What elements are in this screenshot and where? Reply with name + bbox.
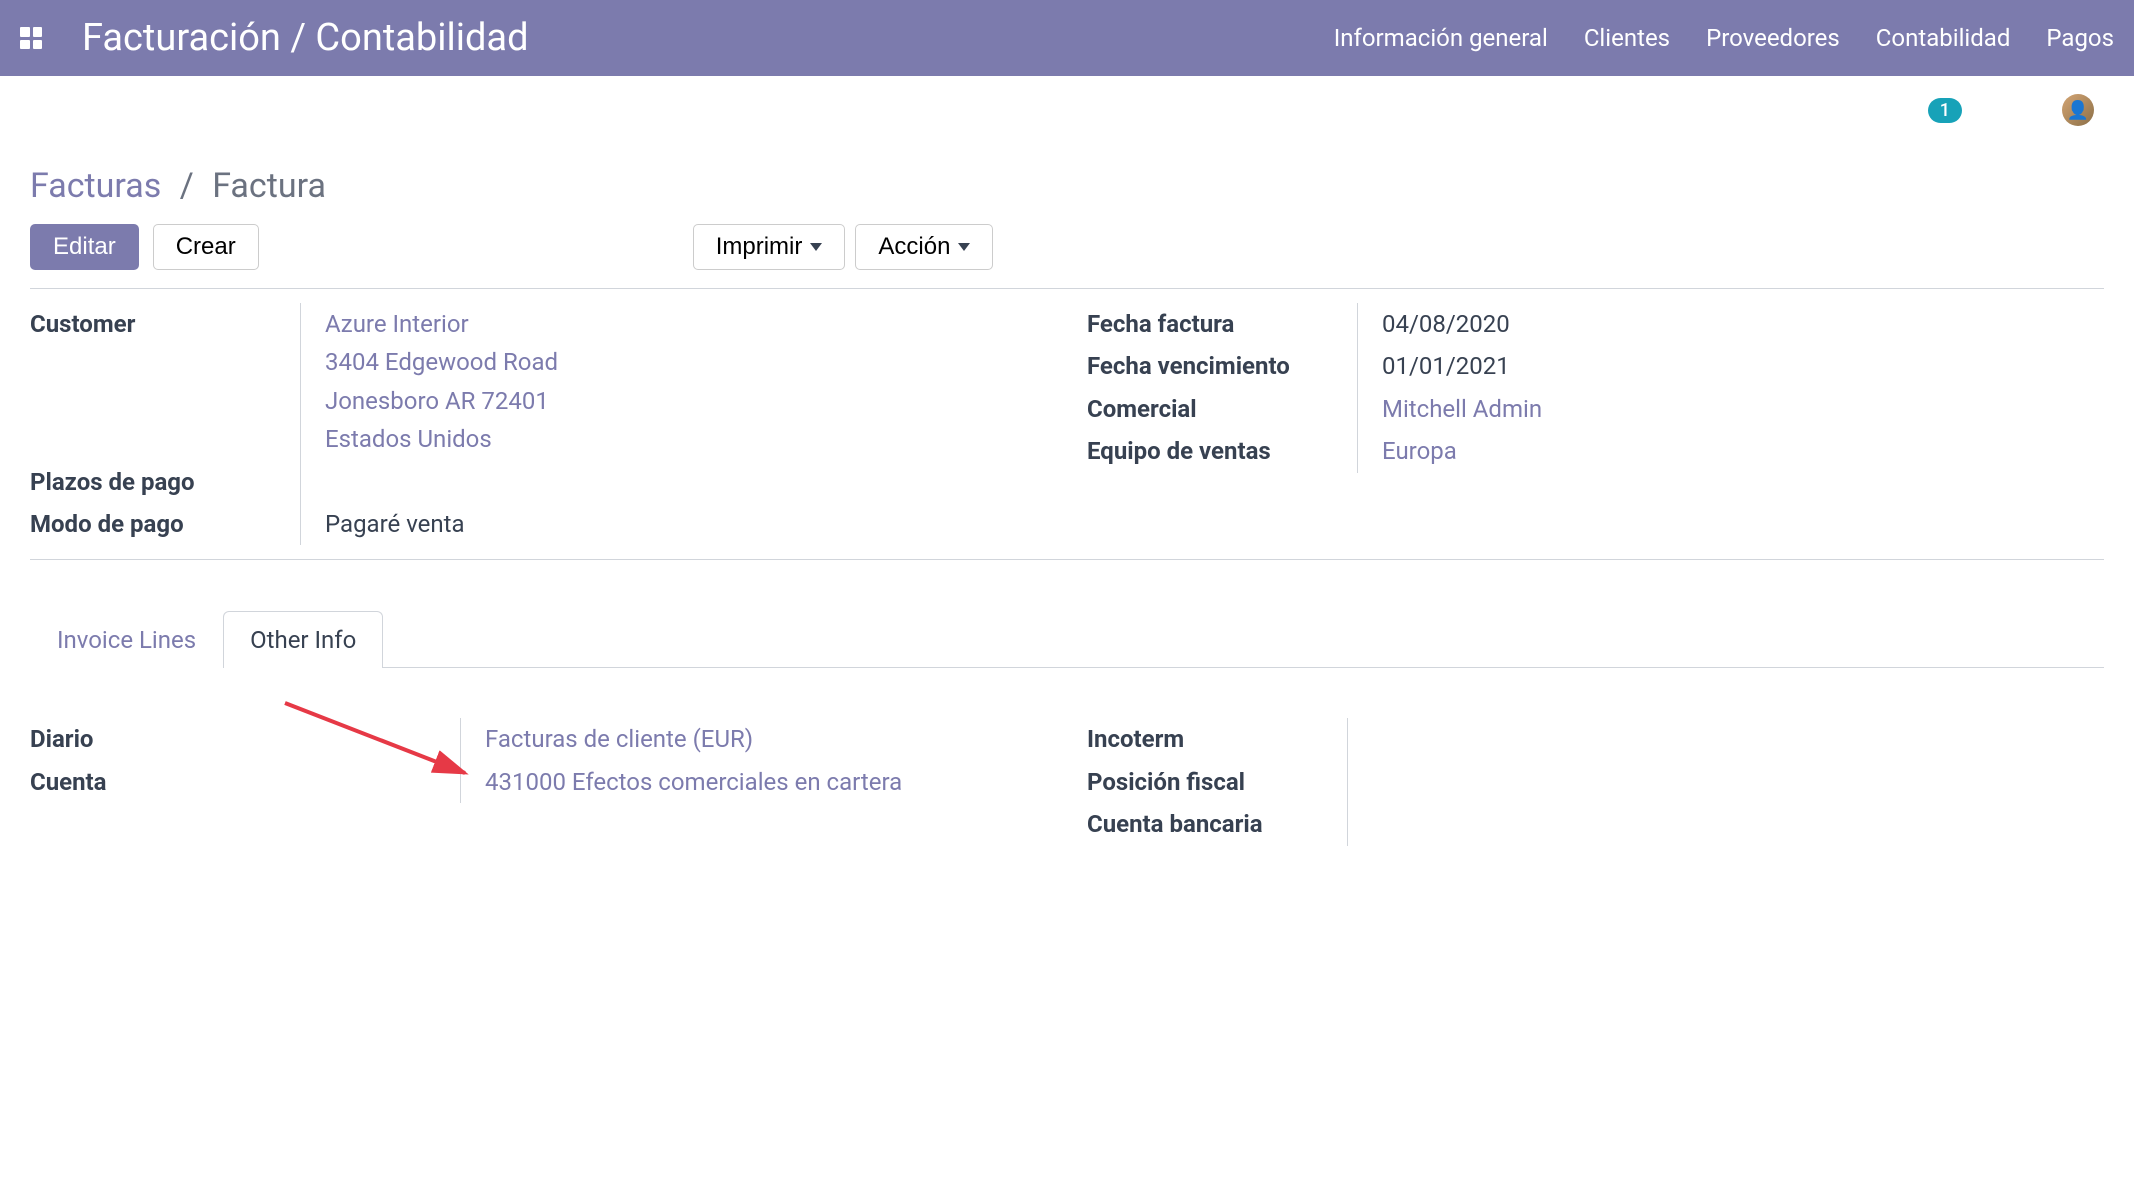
breadcrumb-parent[interactable]: Facturas [30,166,161,206]
chevron-down-icon [958,243,970,251]
invoice-date-value: 04/08/2020 [1357,303,2104,345]
print-button[interactable]: Imprimir [693,224,846,270]
chevron-down-icon [810,243,822,251]
customer-addr2: Jonesboro AR 72401 [325,382,1047,420]
action-button[interactable]: Acción [855,224,993,270]
avatar[interactable]: 👤 [2062,94,2094,126]
due-date-label: Fecha vencimiento [1087,345,1357,387]
pay-mode-value: Pagaré venta [300,503,1047,545]
form-area: Customer Azure Interior 3404 Edgewood Ro… [30,288,2104,560]
content: Facturas / Factura Editar Crear Imprimir… [0,126,2134,886]
sales-team-value[interactable]: Europa [1357,430,2104,472]
pay-mode-label: Modo de pago [30,503,300,545]
customer-name: Azure Interior [325,305,1047,343]
print-label: Imprimir [716,233,803,261]
account-label: Cuenta [30,761,460,803]
bank-value [1347,803,2104,845]
fiscal-label: Posición fiscal [1087,761,1347,803]
breadcrumb: Facturas / Factura [30,166,2104,206]
incoterm-value [1347,718,2104,760]
nav-menu: Información general Clientes Proveedores… [1334,24,2114,52]
tab-other-info[interactable]: Other Info [223,611,383,668]
nav-accounting[interactable]: Contabilidad [1876,24,2011,52]
app-title: Facturación / Contabilidad [82,16,529,60]
apps-icon[interactable] [20,27,42,49]
nav-payments[interactable]: Pagos [2046,24,2114,52]
pay-terms-value [300,461,1047,503]
salesperson-label: Comercial [1087,388,1357,430]
due-date-value: 01/01/2021 [1357,345,2104,387]
bank-label: Cuenta bancaria [1087,803,1347,845]
navbar: Facturación / Contabilidad Información g… [0,0,2134,76]
tab-invoice-lines[interactable]: Invoice Lines [30,611,223,668]
nav-vendors[interactable]: Proveedores [1706,24,1840,52]
invoice-date-label: Fecha factura [1087,303,1357,345]
sales-team-label: Equipo de ventas [1087,430,1357,472]
nav-info[interactable]: Información general [1334,24,1548,52]
action-label: Acción [878,233,950,261]
create-button[interactable]: Crear [153,224,259,270]
account-value[interactable]: 431000 Efectos comerciales en cartera [460,761,1047,803]
customer-addr3: Estados Unidos [325,420,1047,458]
notification-badge[interactable]: 1 [1928,98,1962,123]
fiscal-value [1347,761,2104,803]
customer-value[interactable]: Azure Interior 3404 Edgewood Road Jonesb… [300,303,1047,461]
toolbar: Editar Crear Imprimir Acción [30,224,2104,270]
edit-button[interactable]: Editar [30,224,139,270]
salesperson-value[interactable]: Mitchell Admin [1357,388,2104,430]
customer-label: Customer [30,303,300,461]
tab-content-other-info: Diario Facturas de cliente (EUR) Cuenta … [30,668,2104,845]
incoterm-label: Incoterm [1087,718,1347,760]
tabs: Invoice Lines Other Info [30,610,2104,668]
nav-customers[interactable]: Clientes [1584,24,1670,52]
subbar: 1 👤 [0,76,2134,126]
pay-terms-label: Plazos de pago [30,461,300,503]
journal-value[interactable]: Facturas de cliente (EUR) [460,718,1047,760]
breadcrumb-sep: / [180,166,194,206]
customer-addr1: 3404 Edgewood Road [325,343,1047,381]
breadcrumb-current: Factura [212,166,326,206]
journal-label: Diario [30,718,460,760]
